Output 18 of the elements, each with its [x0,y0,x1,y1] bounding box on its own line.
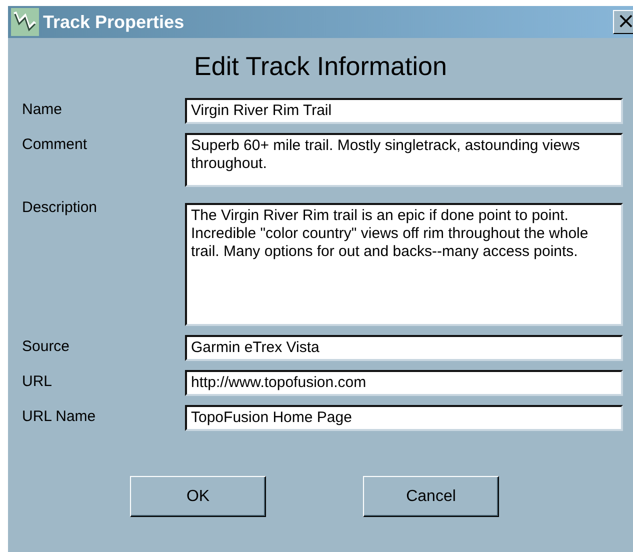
input-field[interactable]: http://www.topofusion.com [185,370,623,396]
field-label: URL [22,372,54,390]
input-field[interactable]: Garmin eTrex Vista [185,335,623,361]
field-label: URL Name [22,407,97,425]
text-area[interactable]: The Virgin River Rim trail is an epic if done point to point. Incredible "color country" views off rim throughout the whole trail. Many options for out and backs--many access points. [185,203,623,326]
field-label: Description [22,198,98,216]
cancel-button[interactable]: Cancel [363,476,499,517]
input-field[interactable]: TopoFusion Home Page [185,405,623,431]
input-field[interactable]: Virgin River Rim Trail [185,98,623,124]
text-area[interactable]: Superb 60+ mile trail. Mostly singletrack, astounding views throughout. [185,133,623,187]
app-icon [11,8,39,36]
ok-button[interactable]: OK [130,476,266,517]
field-label: Source [22,337,71,355]
window-title: Track Properties [43,12,186,32]
dialog-heading: Edit Track Information [193,51,448,82]
close-button[interactable]: × [613,10,633,34]
field-label: Comment [22,135,88,153]
field-label: Name [22,100,64,118]
